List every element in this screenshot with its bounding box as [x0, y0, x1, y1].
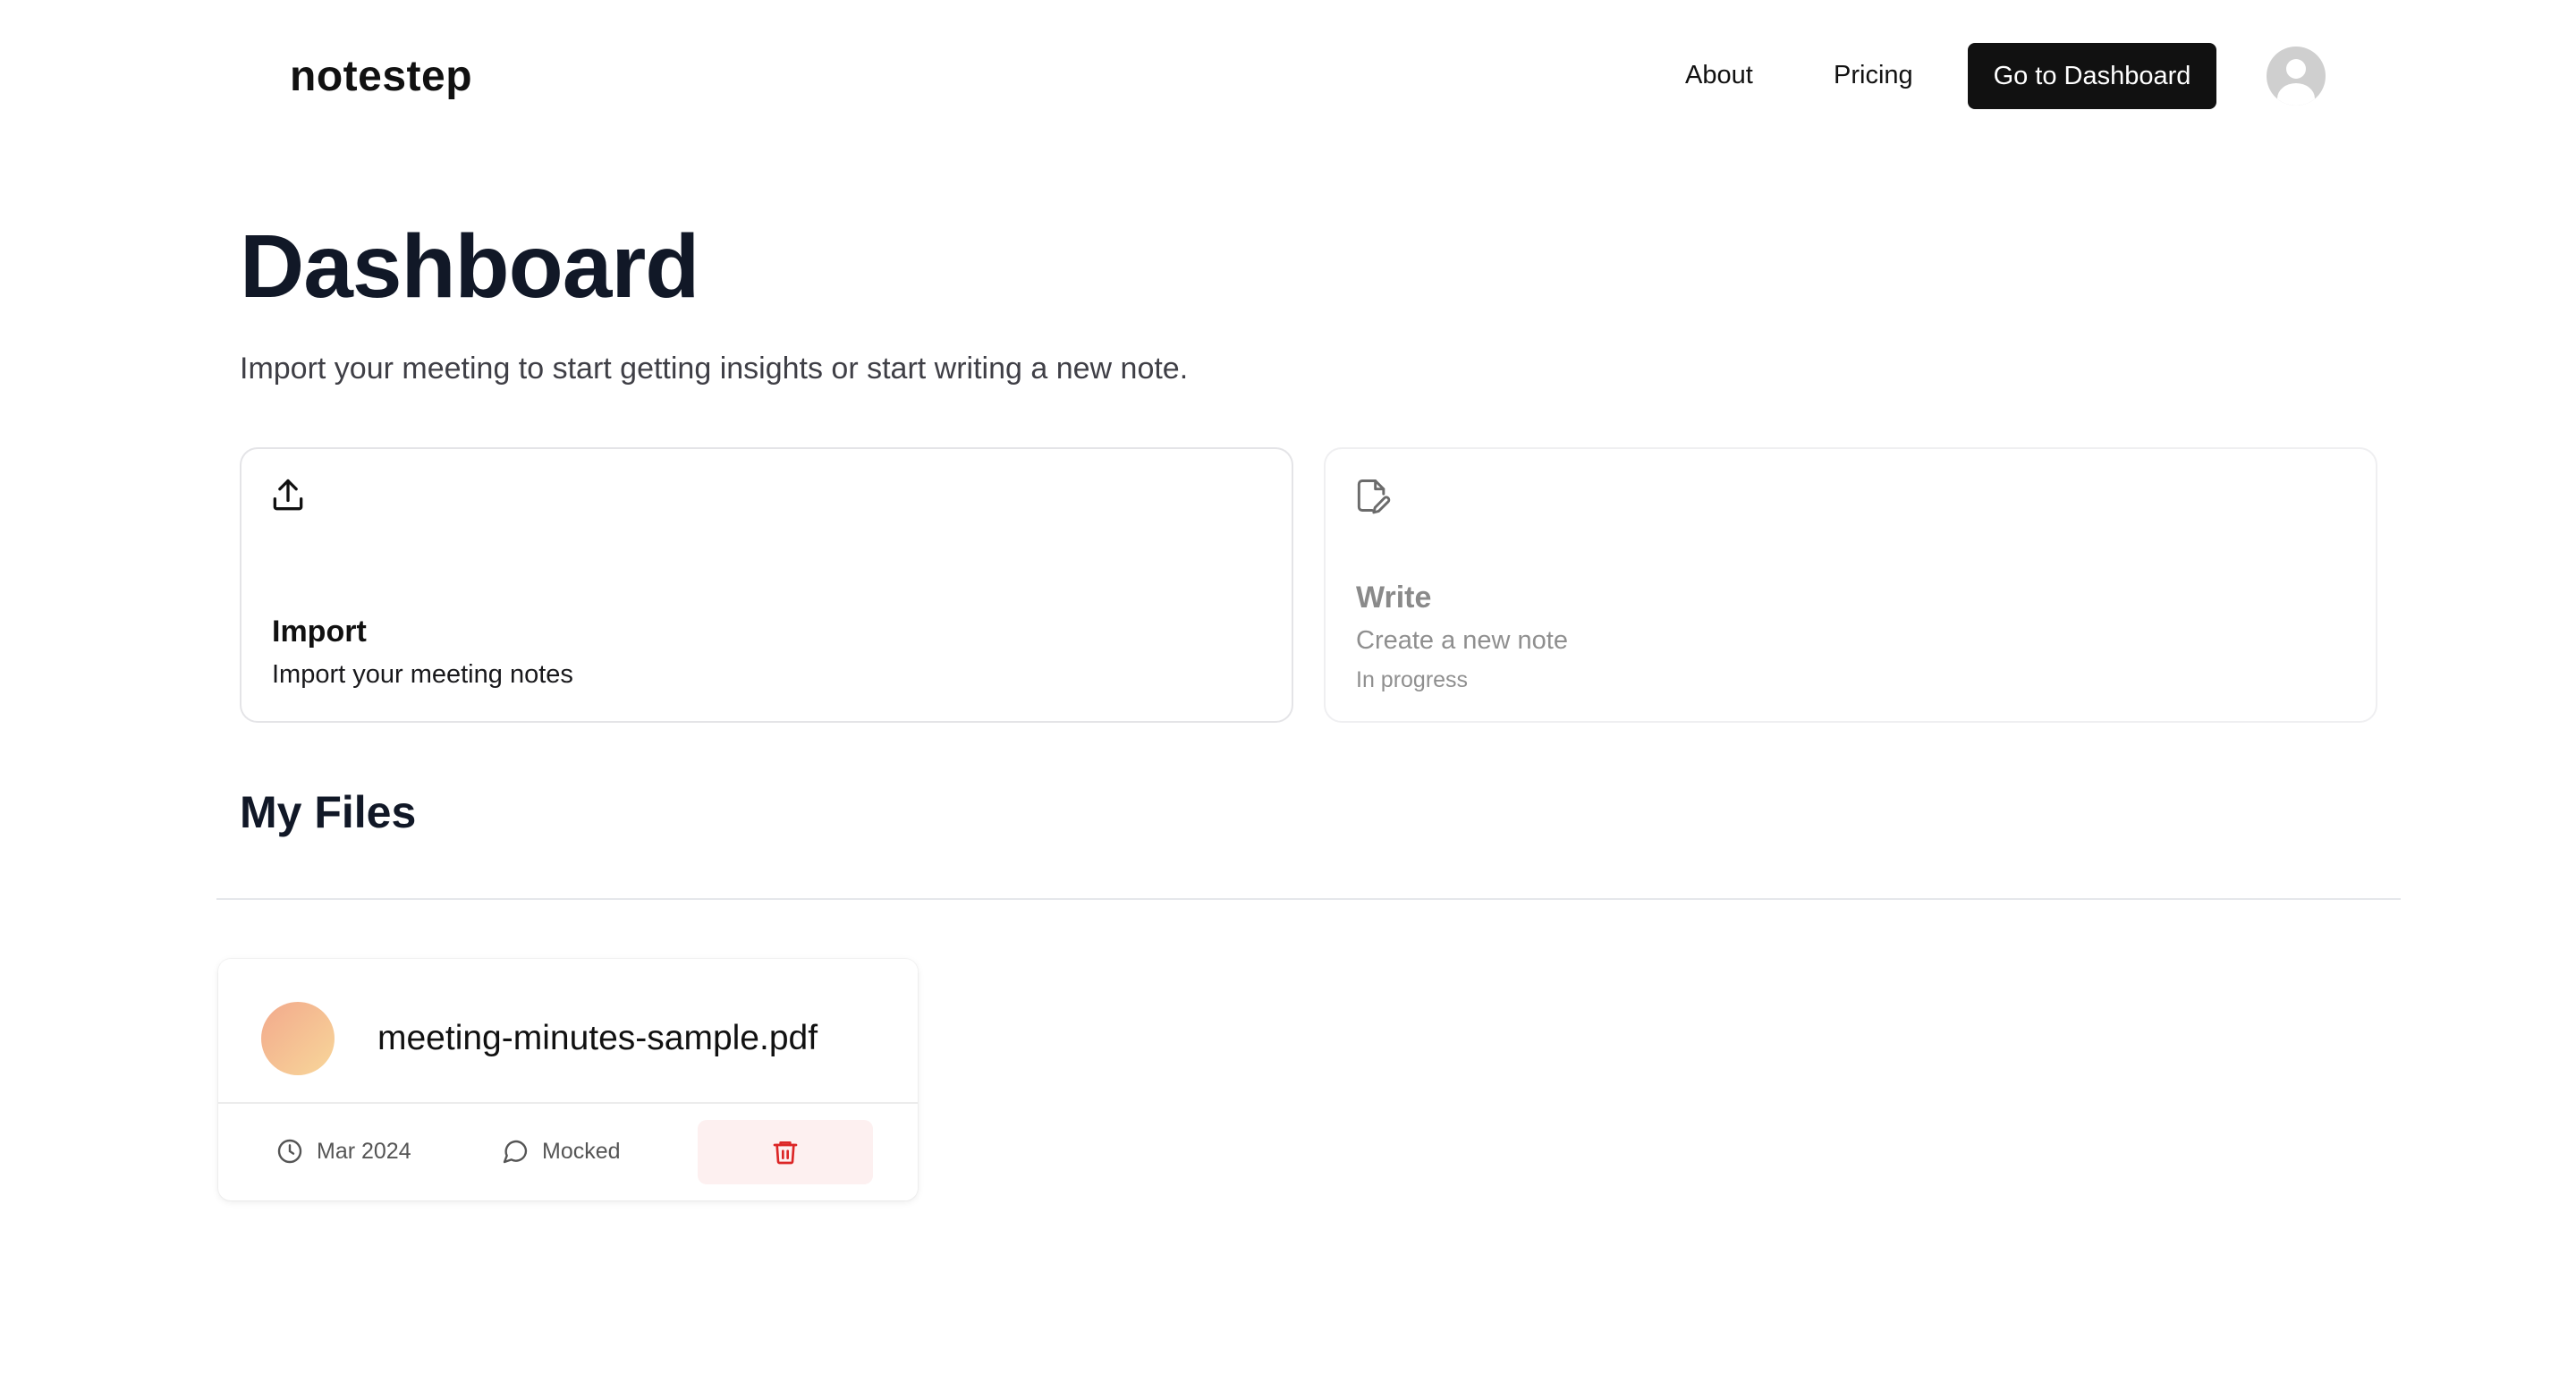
upload-icon	[268, 476, 308, 515]
user-avatar-icon[interactable]	[2267, 47, 2326, 106]
file-card-divider	[218, 1102, 918, 1104]
file-name[interactable]: meeting-minutes-sample.pdf	[377, 1013, 818, 1064]
write-card[interactable]: Write Create a new note In progress	[1324, 447, 2377, 723]
write-card-description: Create a new note	[1356, 626, 1568, 655]
file-date-label: Mar 2024	[317, 1138, 411, 1164]
section-divider	[216, 898, 2401, 900]
import-card[interactable]: Import Import your meeting notes	[240, 447, 1293, 723]
go-to-dashboard-button[interactable]: Go to Dashboard	[1968, 43, 2216, 109]
file-card[interactable]: meeting-minutes-sample.pdf Mar 2024 Mock…	[218, 959, 918, 1200]
clock-icon	[277, 1139, 302, 1164]
file-status-label: Mocked	[542, 1138, 621, 1164]
nav-pricing-link[interactable]: Pricing	[1834, 54, 1913, 97]
write-card-title: Write	[1356, 581, 1432, 615]
file-edit-icon	[1352, 476, 1392, 515]
import-card-description: Import your meeting notes	[272, 660, 573, 689]
nav-about-link[interactable]: About	[1685, 54, 1753, 97]
user-silhouette-icon	[2277, 59, 2315, 106]
message-circle-icon	[503, 1140, 528, 1164]
file-date: Mar 2024	[275, 1129, 411, 1174]
file-thumbnail	[261, 1002, 335, 1075]
write-card-status: In progress	[1356, 667, 1469, 692]
page-title: Dashboard	[240, 216, 699, 317]
top-navbar: notestep About Pricing Go to Dashboard	[0, 0, 2576, 152]
trash-icon	[773, 1141, 798, 1165]
delete-file-button[interactable]	[698, 1120, 873, 1184]
my-files-heading: My Files	[240, 787, 417, 837]
import-card-title: Import	[272, 615, 367, 649]
brand-logo[interactable]: notestep	[290, 48, 472, 106]
page-subtitle: Import your meeting to start getting ins…	[240, 352, 1189, 386]
file-status: Mocked	[501, 1129, 621, 1174]
